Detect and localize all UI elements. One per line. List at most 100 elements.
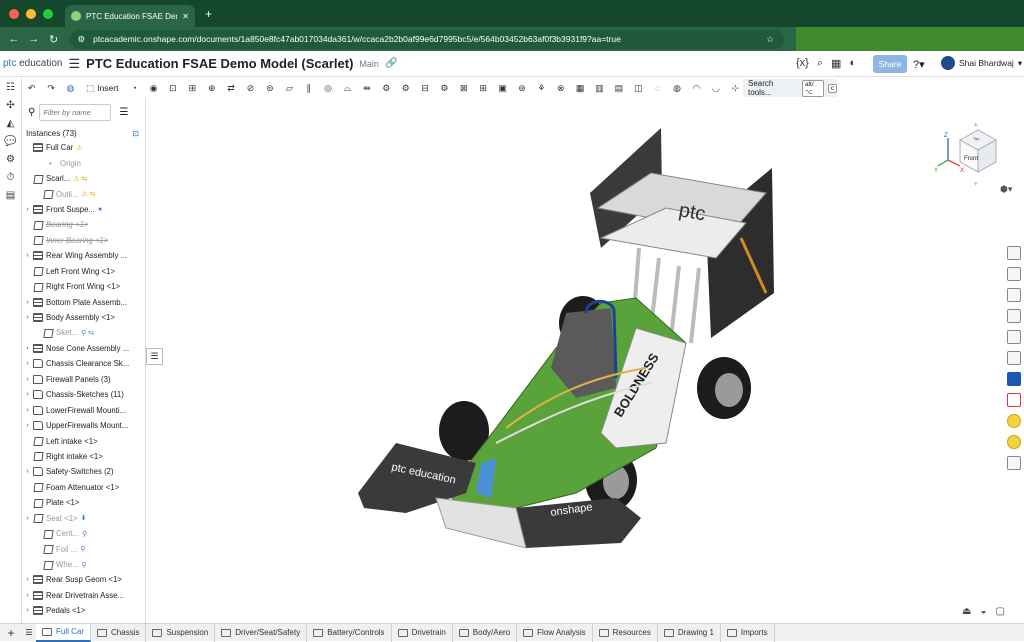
cylindrical-mate-icon[interactable]: ⊘: [241, 83, 260, 94]
linear-relation-icon[interactable]: ⊟: [415, 83, 434, 94]
new-tab-button[interactable]: +: [205, 7, 212, 21]
tab-list-icon[interactable]: ☰: [22, 628, 36, 637]
tree-item[interactable]: Sket... ⚲ ⇆: [22, 325, 145, 340]
expand-chevron-icon[interactable]: ›: [22, 592, 33, 599]
forward-icon[interactable]: →: [24, 33, 44, 45]
render-mode-icon[interactable]: ◒: [980, 606, 986, 617]
transient-icon[interactable]: ◡: [706, 83, 725, 94]
link-icon[interactable]: 🔗: [385, 58, 397, 69]
update-icon[interactable]: ◍: [61, 83, 80, 94]
tab-suspension[interactable]: Suspension: [146, 623, 216, 642]
measure-icon[interactable]: ⊞: [474, 83, 493, 94]
document-title[interactable]: PTC Education FSAE Demo Model (Scarlet): [86, 56, 353, 71]
tangent-mate-icon[interactable]: ⌓: [338, 83, 357, 94]
tree-item[interactable]: Whe... ⚲: [22, 557, 145, 572]
tree-item[interactable]: › Chassis Clearance Sk...: [22, 356, 145, 371]
display-states-icon[interactable]: ◫: [629, 83, 648, 94]
configurations-icon[interactable]: ⚙: [6, 154, 15, 165]
ball-mate-icon[interactable]: ◎: [318, 83, 337, 94]
tab-resources[interactable]: Resources: [593, 623, 658, 642]
tree-item[interactable]: › Front Suspe... ●: [22, 202, 145, 217]
expand-chevron-icon[interactable]: ›: [22, 376, 33, 383]
insert-button[interactable]: ⬚ Insert: [86, 83, 118, 94]
cube-app-icon[interactable]: [1007, 456, 1021, 470]
tree-item[interactable]: › Bottom Plate Assemb...: [22, 294, 145, 309]
tab-driver-seat-safety[interactable]: Driver/Seat/Safety: [215, 623, 308, 642]
filter-input[interactable]: [39, 103, 112, 121]
section-view-icon[interactable]: ▣: [493, 83, 512, 94]
parts-panel-icon[interactable]: [1007, 267, 1021, 281]
animate-icon[interactable]: ⚘: [532, 83, 551, 94]
expand-chevron-icon[interactable]: ›: [22, 299, 33, 306]
mk-app-icon[interactable]: [1007, 372, 1021, 386]
parallel-mate-icon[interactable]: ∥: [299, 83, 318, 94]
tab-battery-controls[interactable]: Battery/Controls: [307, 623, 392, 642]
slider-mate-icon[interactable]: ⇄: [221, 83, 240, 94]
close-tab-icon[interactable]: ✕: [182, 12, 189, 21]
tree-item[interactable]: › Nose Cone Assembly ...: [22, 341, 145, 356]
add-element-button[interactable]: +: [0, 626, 22, 640]
width-mate-icon[interactable]: ⇹: [357, 83, 376, 94]
expand-chevron-icon[interactable]: ›: [22, 206, 33, 213]
search-tools[interactable]: Search tools... alt/⌥ c: [743, 79, 837, 97]
gear-relation-icon[interactable]: ⚙: [435, 83, 454, 94]
tree-item[interactable]: Scarl... ⚠ ⇆: [22, 171, 145, 186]
tab-drawing-1[interactable]: Drawing 1: [658, 623, 721, 642]
expand-chevron-icon[interactable]: ›: [22, 360, 33, 367]
tree-item[interactable]: Plate <1>: [22, 495, 145, 510]
back-icon[interactable]: ←: [4, 33, 24, 45]
tab-imports[interactable]: Imports: [721, 623, 775, 642]
revolute-mate-icon[interactable]: ⊕: [202, 83, 221, 94]
browser-tab[interactable]: PTC Education FSAE Demo M ✕: [65, 5, 195, 27]
expand-chevron-icon[interactable]: ›: [22, 422, 33, 429]
bom-panel-icon[interactable]: [1007, 330, 1021, 344]
rack-pinion-icon[interactable]: ⚙: [377, 83, 396, 94]
undo-icon[interactable]: ↶: [22, 83, 41, 94]
tree-item[interactable]: Outli... ⚠ ⇆: [22, 186, 145, 201]
comments-icon[interactable]: 💬: [4, 136, 16, 147]
history-icon[interactable]: ⏱: [7, 172, 15, 183]
branch-label[interactable]: Main: [359, 59, 379, 69]
tree-item[interactable]: › Safety-Switches (2): [22, 464, 145, 479]
tree-item[interactable]: › Rear Drivetrain Asse...: [22, 588, 145, 603]
expand-chevron-icon[interactable]: ›: [22, 576, 33, 583]
view-options-icon[interactable]: ⬢▾: [1000, 184, 1013, 194]
instances-list-icon[interactable]: ☷: [6, 82, 15, 93]
search-icon[interactable]: ⌕: [817, 57, 823, 70]
view-cube[interactable]: Front Top Z X Y ▾ ▴ ⬢▾: [930, 120, 1020, 200]
add-folder-icon[interactable]: ⊡: [132, 129, 139, 138]
tab-full-car[interactable]: Full Car: [36, 623, 92, 642]
named-views-icon[interactable]: [1007, 351, 1021, 365]
vb-app-icon[interactable]: [1007, 393, 1021, 407]
tree-item[interactable]: Foil ... ⚲: [22, 541, 145, 556]
tree-item[interactable]: • Origin: [22, 155, 145, 170]
pin-slot-mate-icon[interactable]: ⊜: [260, 83, 279, 94]
tab-chassis[interactable]: Chassis: [91, 623, 147, 642]
help-icon[interactable]: ?▾: [913, 58, 925, 71]
tree-item[interactable]: Cent... ⚲: [22, 526, 145, 541]
group-icon[interactable]: ⊡: [163, 83, 182, 94]
fastened-mate-icon[interactable]: ⊞: [183, 83, 202, 94]
appearance-icon[interactable]: ◭: [7, 118, 15, 129]
list-view-icon[interactable]: ☰: [119, 107, 128, 118]
tree-item[interactable]: Left Front Wing <1>: [22, 264, 145, 279]
expand-chevron-icon[interactable]: ›: [22, 607, 33, 614]
expand-chevron-icon[interactable]: ›: [22, 391, 33, 398]
display-mode-icon[interactable]: ▢: [996, 606, 1005, 617]
filter-icon[interactable]: ⚲: [28, 107, 35, 118]
modal-icon[interactable]: ◠: [687, 83, 706, 94]
tree-item[interactable]: Right Front Wing <1>: [22, 279, 145, 294]
pattern-icon[interactable]: ▥: [590, 83, 609, 94]
tab-body-aero[interactable]: Body/Aero: [453, 623, 518, 642]
tree-item[interactable]: › Seat <1> ⬇: [22, 511, 145, 526]
interference-icon[interactable]: ⊗: [551, 83, 570, 94]
site-info-icon[interactable]: ⚙: [78, 34, 86, 45]
tree-item[interactable]: › LowerFirewall Mounti...: [22, 402, 145, 417]
expand-chevron-icon[interactable]: ›: [22, 407, 33, 414]
minimize-window-button[interactable]: [26, 8, 36, 19]
motion-icon[interactable]: ◌: [648, 83, 667, 93]
close-window-button[interactable]: [9, 8, 19, 19]
mate-limits-icon[interactable]: ⊠: [454, 83, 473, 94]
tree-item[interactable]: Inner Bearing <1>: [22, 233, 145, 248]
expand-chevron-icon[interactable]: ›: [22, 515, 33, 522]
